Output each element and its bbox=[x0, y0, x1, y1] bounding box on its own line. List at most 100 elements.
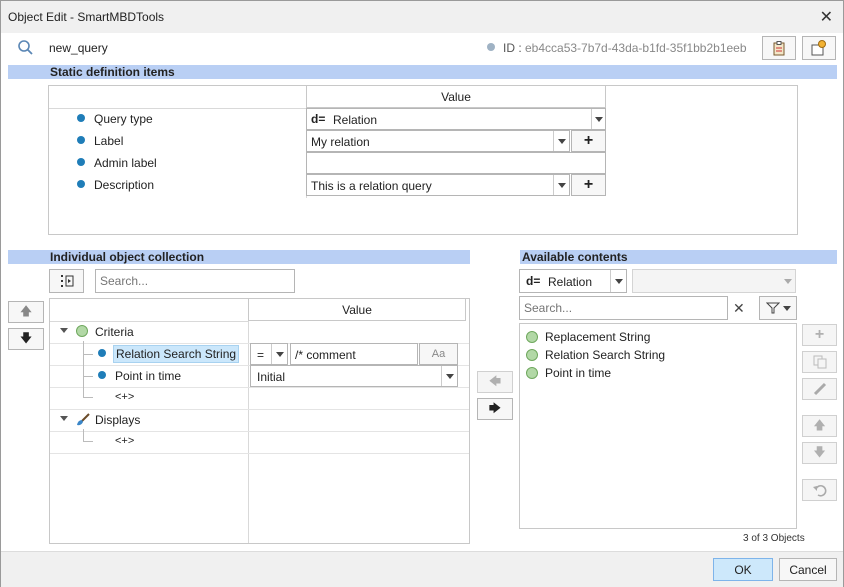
copy-item-button[interactable] bbox=[802, 351, 837, 373]
collection-section-header: Individual object collection bbox=[8, 250, 470, 264]
label-dot bbox=[77, 136, 85, 144]
static-section-header: Static definition items bbox=[8, 65, 837, 79]
item-up-button[interactable]: 🡅 bbox=[802, 415, 837, 437]
brush-icon bbox=[77, 413, 90, 426]
clear-search-icon[interactable]: ✕ bbox=[733, 300, 745, 317]
collection-value-header: Value bbox=[248, 299, 466, 321]
pencil-icon bbox=[813, 382, 826, 396]
chevron-down-icon[interactable] bbox=[271, 344, 287, 364]
add-criteria-placeholder[interactable]: <+> bbox=[115, 391, 134, 403]
transfer-icon bbox=[811, 40, 826, 56]
collection-tree-grid: Value Criteria Relation Search String = … bbox=[49, 298, 470, 544]
pit-dot bbox=[98, 371, 106, 379]
rss-label[interactable]: Relation Search String bbox=[113, 345, 240, 363]
displays-label: Displays bbox=[95, 413, 141, 427]
available-list: Replacement String Relation Search Strin… bbox=[519, 323, 797, 529]
list-item-label: Replacement String bbox=[545, 330, 651, 344]
plus-icon: + bbox=[583, 176, 594, 193]
id-value: eb4cca53-7b7d-43da-b1fd-35f1bb2b1eeb bbox=[525, 41, 747, 55]
move-up-button[interactable]: 🡅 bbox=[8, 301, 44, 323]
description-label: Description bbox=[94, 178, 155, 192]
chevron-down-icon[interactable] bbox=[591, 109, 605, 129]
pit-value: Initial bbox=[257, 370, 286, 384]
cancel-button-label: Cancel bbox=[789, 562, 827, 577]
add-display-placeholder[interactable]: <+> bbox=[115, 435, 134, 447]
chevron-down-icon[interactable] bbox=[781, 270, 795, 292]
available-type-select[interactable]: d= Relation bbox=[519, 269, 627, 293]
arrow-right-icon: 🡆 bbox=[488, 400, 502, 415]
title-bar: Object Edit - SmartMBDTools ✕ bbox=[1, 1, 843, 33]
available-search-input[interactable] bbox=[519, 296, 728, 320]
criteria-icon bbox=[76, 325, 88, 337]
list-item[interactable]: Replacement String bbox=[526, 328, 650, 346]
query-type-dot bbox=[77, 114, 85, 122]
rss-value-field[interactable]: /* comment bbox=[290, 343, 418, 365]
filter-button[interactable] bbox=[759, 296, 797, 320]
expand-collapse-button[interactable] bbox=[49, 269, 84, 293]
undo-icon bbox=[812, 485, 826, 497]
assign-button[interactable] bbox=[802, 36, 836, 60]
list-item-label: Point in time bbox=[545, 366, 612, 380]
label-field[interactable]: My relation bbox=[306, 130, 570, 152]
list-item[interactable]: Point in time bbox=[526, 364, 611, 382]
reset-button[interactable] bbox=[802, 479, 837, 501]
chevron-down-icon[interactable] bbox=[553, 175, 569, 195]
edit-item-button[interactable] bbox=[802, 378, 837, 400]
arrow-down-icon: 🡇 bbox=[813, 444, 826, 459]
add-description-button[interactable]: + bbox=[571, 174, 606, 196]
remove-button[interactable]: 🡄 bbox=[477, 371, 513, 393]
description-dot bbox=[77, 180, 85, 188]
arrow-up-icon: 🡅 bbox=[19, 303, 33, 318]
admin-label-dot bbox=[77, 158, 85, 166]
admin-label-label: Admin label bbox=[94, 156, 157, 170]
add-button[interactable]: 🡆 bbox=[477, 398, 513, 420]
new-item-button[interactable]: + bbox=[802, 324, 837, 346]
collapse-criteria-icon[interactable] bbox=[60, 328, 68, 333]
available-section-header: Available contents bbox=[520, 250, 837, 264]
plus-icon: + bbox=[583, 132, 594, 149]
chevron-down-icon[interactable] bbox=[610, 270, 626, 292]
list-item-label: Relation Search String bbox=[545, 348, 666, 362]
item-down-button[interactable]: 🡇 bbox=[802, 442, 837, 464]
cancel-button[interactable]: Cancel bbox=[779, 558, 837, 581]
item-icon bbox=[526, 331, 538, 343]
rss-operator-select[interactable]: = bbox=[250, 343, 288, 365]
pit-label: Point in time bbox=[115, 369, 182, 383]
arrow-left-icon: 🡄 bbox=[488, 373, 502, 388]
chevron-down-icon[interactable] bbox=[441, 366, 457, 386]
close-icon[interactable]: ✕ bbox=[820, 7, 833, 27]
description-field[interactable]: This is a relation query bbox=[306, 174, 570, 196]
query-type-select[interactable]: d= Relation bbox=[306, 108, 606, 130]
case-sensitive-toggle[interactable]: Aa bbox=[419, 343, 458, 365]
copy-icon bbox=[813, 355, 826, 369]
chevron-down-icon[interactable] bbox=[553, 131, 569, 151]
pit-select[interactable]: Initial bbox=[250, 365, 458, 387]
available-subtype-select[interactable] bbox=[632, 269, 796, 293]
clipboard-icon bbox=[773, 41, 785, 56]
move-down-button[interactable]: 🡇 bbox=[8, 328, 44, 350]
tree-expand-icon bbox=[60, 275, 73, 287]
collapse-displays-icon[interactable] bbox=[60, 416, 68, 421]
id-label: ID : bbox=[503, 41, 522, 55]
ok-button-label: OK bbox=[734, 562, 752, 577]
search-icon bbox=[18, 40, 33, 55]
arrow-down-icon: 🡇 bbox=[19, 330, 33, 345]
available-type-value: Relation bbox=[548, 275, 593, 289]
add-label-button[interactable]: + bbox=[571, 130, 606, 152]
dialog-window: Object Edit - SmartMBDTools ✕ new_query … bbox=[0, 0, 844, 587]
object-count: 3 of 3 Objects bbox=[743, 533, 805, 544]
filter-icon bbox=[765, 302, 780, 314]
plus-icon: + bbox=[814, 326, 825, 343]
paste-button[interactable] bbox=[762, 36, 796, 60]
relation-type-icon: d= bbox=[311, 112, 326, 126]
admin-label-field[interactable] bbox=[306, 152, 606, 174]
list-item[interactable]: Relation Search String bbox=[526, 346, 665, 364]
rss-value: /* comment bbox=[295, 348, 356, 362]
rss-operator-value: = bbox=[257, 348, 265, 362]
static-grid: Value Query type Label Admin label Descr… bbox=[48, 85, 798, 235]
relation-type-icon: d= bbox=[526, 274, 541, 288]
collection-search-input[interactable] bbox=[95, 269, 295, 293]
static-value-header: Value bbox=[306, 86, 606, 108]
description-value: This is a relation query bbox=[311, 179, 432, 193]
ok-button[interactable]: OK bbox=[713, 558, 773, 581]
